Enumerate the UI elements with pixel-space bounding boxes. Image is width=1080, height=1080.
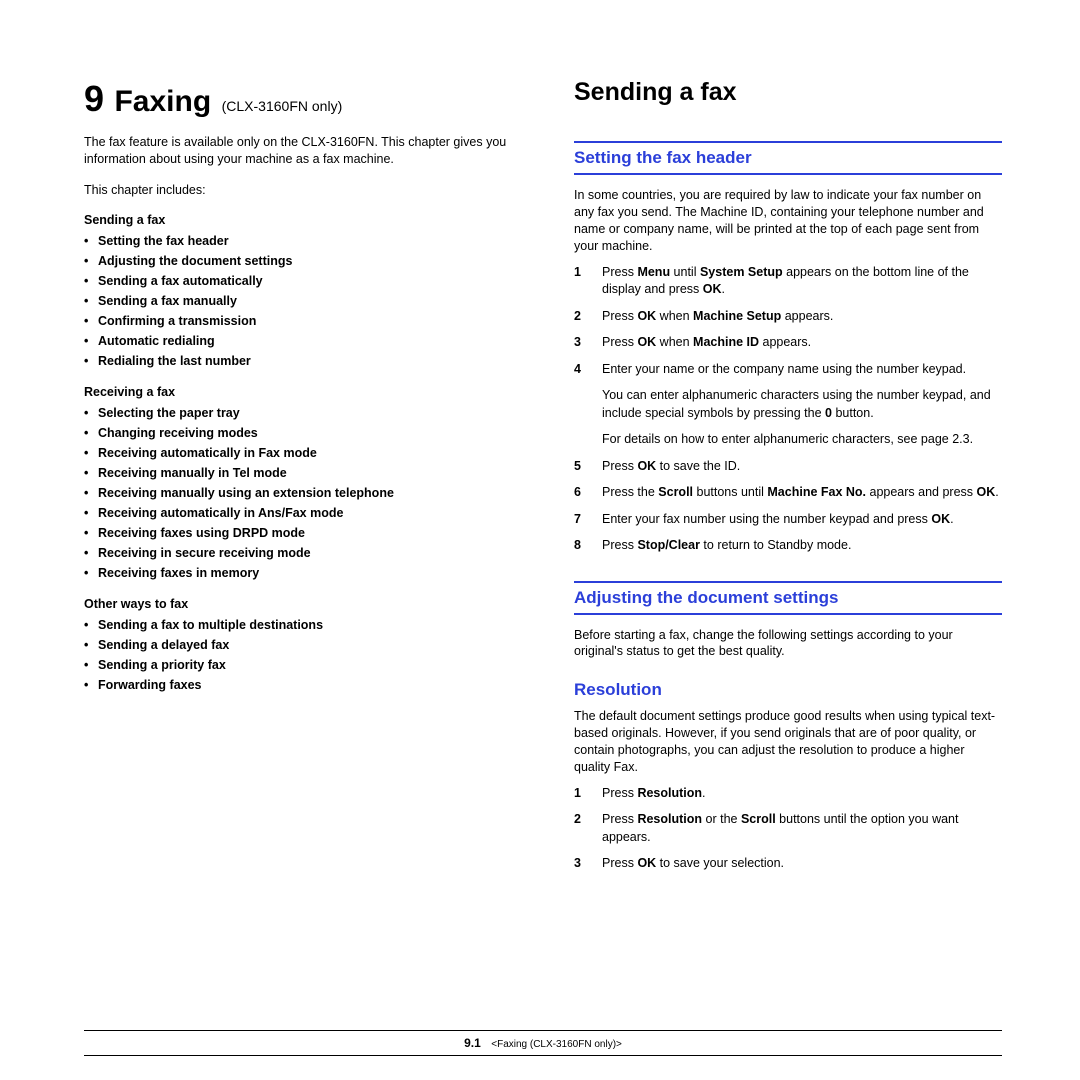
step: Press OK to save the ID.: [574, 458, 1002, 476]
toc-item[interactable]: Setting the fax header: [84, 231, 534, 251]
adjusting-document-intro: Before starting a fax, change the follow…: [574, 627, 1002, 661]
subsection-adjusting-document: Adjusting the document settings: [574, 581, 1002, 615]
resolution-intro: The default document settings produce go…: [574, 708, 1002, 776]
step: Press Resolution.: [574, 785, 1002, 803]
step: Press Stop/Clear to return to Standby mo…: [574, 537, 1002, 555]
page-number: 9.1: [464, 1036, 481, 1050]
toc-group-other: Other ways to fax: [84, 597, 534, 611]
toc-item[interactable]: Sending a fax to multiple destinations: [84, 615, 534, 635]
toc-item[interactable]: Confirming a transmission: [84, 311, 534, 331]
step: Press OK to save your selection.: [574, 855, 1002, 873]
sub-resolution-title: Resolution: [574, 680, 1002, 700]
step: Press the Scroll buttons until Machine F…: [574, 484, 1002, 502]
toc-item[interactable]: Selecting the paper tray: [84, 403, 534, 423]
toc-item[interactable]: Redialing the last number: [84, 351, 534, 371]
chapter-intro: The fax feature is available only on the…: [84, 134, 534, 168]
toc-item[interactable]: Receiving faxes in memory: [84, 563, 534, 583]
toc-item[interactable]: Receiving automatically in Ans/Fax mode: [84, 503, 534, 523]
chapter-heading: 9 Faxing (CLX-3160FN only): [84, 78, 534, 120]
step: Enter your fax number using the number k…: [574, 511, 1002, 529]
toc-item[interactable]: Sending a delayed fax: [84, 635, 534, 655]
toc-item[interactable]: Changing receiving modes: [84, 423, 534, 443]
chapter-subtitle: (CLX-3160FN only): [222, 98, 343, 114]
step: Press Menu until System Setup appears on…: [574, 264, 1002, 299]
chapter-title: Faxing: [114, 85, 211, 118]
toc-item[interactable]: Sending a fax automatically: [84, 271, 534, 291]
page-footer: 9.1 <Faxing (CLX-3160FN only)>: [84, 1030, 1002, 1056]
toc-item[interactable]: Receiving manually in Tel mode: [84, 463, 534, 483]
step: Press OK when Machine Setup appears.: [574, 308, 1002, 326]
step: Press Resolution or the Scroll buttons u…: [574, 811, 1002, 846]
page-footer-label: <Faxing (CLX-3160FN only)>: [491, 1039, 622, 1050]
toc-list-sending: Setting the fax header Adjusting the doc…: [84, 231, 534, 371]
setting-fax-header-steps: Press Menu until System Setup appears on…: [574, 264, 1002, 555]
toc-item[interactable]: Adjusting the document settings: [84, 251, 534, 271]
toc-item[interactable]: Forwarding faxes: [84, 675, 534, 695]
toc-list-other: Sending a fax to multiple destinations S…: [84, 615, 534, 695]
step: Enter your name or the company name usin…: [574, 361, 1002, 449]
toc-item[interactable]: Receiving in secure receiving mode: [84, 543, 534, 563]
section-title-sending: Sending a fax: [574, 78, 1002, 107]
toc-item[interactable]: Receiving automatically in Fax mode: [84, 443, 534, 463]
subsection-setting-fax-header: Setting the fax header: [574, 141, 1002, 175]
toc-item[interactable]: Receiving faxes using DRPD mode: [84, 523, 534, 543]
toc-item[interactable]: Sending a fax manually: [84, 291, 534, 311]
step: Press OK when Machine ID appears.: [574, 334, 1002, 352]
toc-group-sending: Sending a fax: [84, 213, 534, 227]
toc-item[interactable]: Receiving manually using an extension te…: [84, 483, 534, 503]
toc-group-receiving: Receiving a fax: [84, 385, 534, 399]
chapter-includes: This chapter includes:: [84, 182, 534, 199]
chapter-number: 9: [84, 78, 104, 119]
resolution-steps: Press Resolution. Press Resolution or th…: [574, 785, 1002, 873]
toc-item[interactable]: Automatic redialing: [84, 331, 534, 351]
toc-item[interactable]: Sending a priority fax: [84, 655, 534, 675]
toc-list-receiving: Selecting the paper tray Changing receiv…: [84, 403, 534, 583]
setting-fax-header-intro: In some countries, you are required by l…: [574, 187, 1002, 255]
